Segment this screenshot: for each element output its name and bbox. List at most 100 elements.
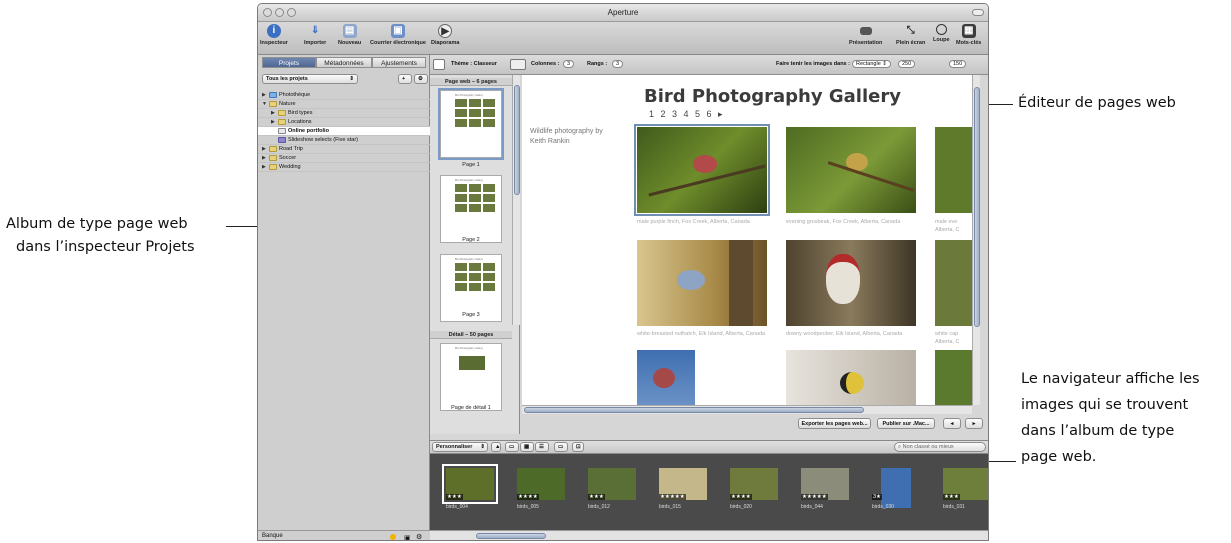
- rows-stepper[interactable]: 3: [612, 60, 624, 68]
- photo-bottom-1[interactable]: [637, 350, 695, 405]
- tree-item[interactable]: ▶ Locations: [258, 118, 430, 127]
- pages-scrollbar[interactable]: [512, 75, 520, 325]
- lock-icon[interactable]: ⊡: [572, 442, 584, 452]
- import-button[interactable]: ⇓ Importer: [304, 24, 326, 46]
- disclosure-triangle-icon[interactable]: ▶: [262, 154, 269, 163]
- sort-direction-button[interactable]: ▲: [491, 442, 501, 452]
- list-view-button[interactable]: ☰: [535, 442, 549, 452]
- zoom-window-button[interactable]: [287, 8, 296, 17]
- fit-images-label: Faire tenir les images dans :: [776, 61, 850, 67]
- disclosure-triangle-icon[interactable]: ▶: [262, 145, 269, 154]
- height-stepper[interactable]: 150: [949, 60, 967, 68]
- tree-item[interactable]: ▶ Bird types: [258, 109, 430, 118]
- browser-search-field[interactable]: ⌕ Non classé ou mieux: [894, 442, 986, 452]
- photo-evening-grosbeak[interactable]: [786, 127, 916, 213]
- image-browser: ★★★ birds_004 ★★★★ birds_005 ★★★ birds_012 ★★★…: [430, 454, 988, 530]
- slideshow-button[interactable]: ▶ Diaporama: [431, 24, 459, 46]
- theme-label[interactable]: Thème : Classeur: [451, 61, 497, 67]
- browser-thumbnail[interactable]: ★★★★ birds_005: [515, 468, 567, 512]
- page-thumbnail-1[interactable]: Bird Photography Gallery: [438, 88, 504, 160]
- disclosure-triangle-icon[interactable]: ▶: [271, 109, 278, 118]
- photo-nuthatch[interactable]: [637, 240, 767, 326]
- photo-partial-1[interactable]: [935, 127, 972, 213]
- grid-view-button[interactable]: ▦: [520, 442, 534, 452]
- web-editor-toolbar: Thème : Classeur Colonnes : 3 Rangs : 3 …: [430, 55, 988, 75]
- zoom-size-button[interactable]: ▭: [554, 442, 568, 452]
- close-window-button[interactable]: [263, 8, 272, 17]
- tree-item[interactable]: ▶ Photothèque: [258, 91, 430, 100]
- search-icon: ⌕: [898, 444, 902, 450]
- page-thumb-title: Bird Photography Gallery: [455, 94, 483, 97]
- toolbar-toggle-button[interactable]: [972, 9, 984, 16]
- inspector-button[interactable]: i Inspecteur: [260, 24, 288, 46]
- lock-layout-icon[interactable]: [510, 59, 526, 70]
- disclosure-triangle-icon[interactable]: ▶: [262, 163, 269, 172]
- photo-bottom-2[interactable]: [786, 350, 916, 405]
- status-bar: Banque ▣ ⚙: [258, 530, 430, 540]
- projects-filter-select[interactable]: Tous les projets ⇕: [262, 74, 358, 84]
- web-page-icon[interactable]: [433, 59, 445, 70]
- vault-status-icon[interactable]: [390, 534, 396, 540]
- bird-shape: [826, 254, 860, 304]
- gallery-page-links[interactable]: 1 2 3 4 5 6 ▸: [649, 109, 725, 120]
- tree-item[interactable]: ▶ Road Trip: [258, 145, 430, 154]
- web-page-scrollbar[interactable]: [972, 75, 980, 405]
- web-page-hscroll-thumb[interactable]: [524, 407, 864, 413]
- pages-scroll-thumb[interactable]: [514, 85, 520, 195]
- disclosure-triangle-icon[interactable]: ▶: [271, 118, 278, 127]
- gear-icon[interactable]: ⚙: [416, 532, 422, 540]
- detail-page-thumbnail[interactable]: Bird Photography Gallery: [440, 343, 502, 411]
- next-page-button[interactable]: ▸: [965, 418, 983, 429]
- web-page-scroll-thumb[interactable]: [974, 87, 980, 327]
- browser-thumbnail[interactable]: ★★★ birds_012: [586, 468, 638, 512]
- tree-item[interactable]: ▶ Soccer: [258, 154, 430, 163]
- photo-downy-woodpecker[interactable]: [786, 240, 916, 326]
- caption-4: white-breasted nuthatch, Elk Island, Alb…: [637, 331, 766, 337]
- tree-item[interactable]: Online portfolio: [258, 127, 430, 136]
- tab-projects[interactable]: Projets: [262, 57, 316, 68]
- email-button[interactable]: ▣ Courrier électronique: [370, 24, 426, 46]
- vault-icon[interactable]: ▣: [404, 533, 411, 540]
- loupe-button[interactable]: Loupe: [933, 24, 950, 43]
- disclosure-triangle-icon[interactable]: ▶: [262, 91, 269, 100]
- customize-select[interactable]: Personnaliser ⇕: [432, 442, 488, 452]
- browser-thumbnail[interactable]: 3★ birds_030: [870, 468, 922, 512]
- presentation-button[interactable]: Présentation: [849, 24, 882, 46]
- browser-scrollbar[interactable]: [430, 530, 988, 540]
- photo-purple-finch[interactable]: [634, 124, 770, 216]
- browser-thumbnail[interactable]: ★★★ birds_031: [941, 468, 988, 512]
- photo-partial-2[interactable]: [935, 240, 972, 326]
- web-page-hscrollbar[interactable]: [522, 405, 972, 414]
- browser-thumbnail[interactable]: ★★★ birds_004: [442, 464, 498, 512]
- tree-item[interactable]: Slideshow selects (Five star): [258, 136, 430, 145]
- browser-scroll-thumb[interactable]: [476, 533, 546, 539]
- tab-adjustments[interactable]: Ajustements: [372, 57, 426, 68]
- fullscreen-button[interactable]: ⤡ Plein écran: [896, 24, 925, 46]
- add-menu-button[interactable]: +: [398, 74, 412, 84]
- filmstrip-view-button[interactable]: ▭: [505, 442, 519, 452]
- page-thumbnail-2[interactable]: Bird Photography Gallery: [440, 175, 502, 243]
- new-button[interactable]: ▤ Nouveau: [338, 24, 361, 46]
- gallery-byline[interactable]: Wildlife photography by Keith Rankin: [530, 127, 620, 147]
- browser-thumbnail[interactable]: ★★★★ birds_020: [728, 468, 780, 512]
- export-web-pages-button[interactable]: Exporter les pages web...: [798, 418, 871, 429]
- browser-thumbnail[interactable]: ★★★★★ birds_044: [799, 468, 851, 512]
- photo-bottom-3[interactable]: [935, 350, 972, 405]
- columns-stepper[interactable]: 3: [563, 60, 575, 68]
- publish-mac-button[interactable]: Publier sur .Mac...: [877, 418, 935, 429]
- search-placeholder: Non classé ou mieux: [902, 444, 954, 450]
- browser-thumbnail[interactable]: ★★★★★ birds_015: [657, 468, 709, 512]
- tab-metadata[interactable]: Métadonnées: [316, 57, 372, 68]
- previous-page-button[interactable]: ◂: [943, 418, 961, 429]
- fit-mode-select[interactable]: Rectangle ⇕: [852, 60, 891, 68]
- disclosure-triangle-icon[interactable]: ▼: [262, 100, 269, 109]
- minimize-window-button[interactable]: [275, 8, 284, 17]
- detail-thumb-image: [459, 356, 485, 370]
- gallery-title[interactable]: Bird Photography Gallery: [644, 86, 901, 107]
- tree-item[interactable]: ▶ Wedding: [258, 163, 430, 172]
- action-menu-button[interactable]: ⚙: [414, 74, 428, 84]
- thumbnail-filename: birds_020: [730, 504, 752, 510]
- tree-item[interactable]: ▼ Nature: [258, 100, 430, 109]
- width-stepper[interactable]: 250: [898, 60, 916, 68]
- keywords-button[interactable]: ▦ Mots-clés: [956, 24, 981, 46]
